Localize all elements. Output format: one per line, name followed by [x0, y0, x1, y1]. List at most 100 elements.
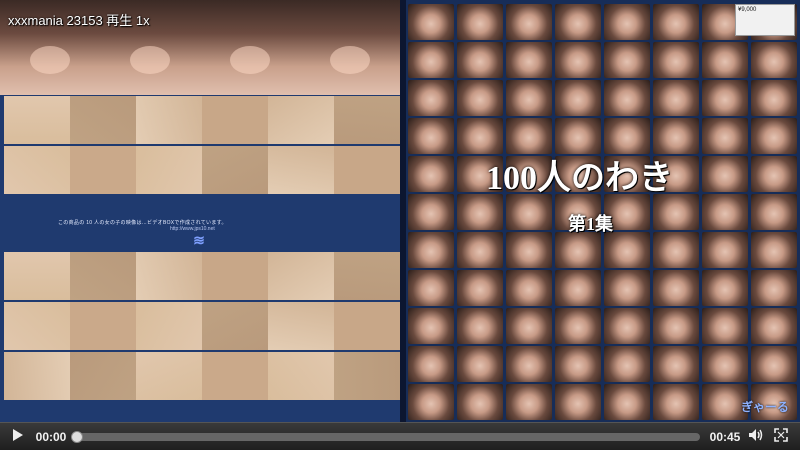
- corner-logo: ぎゃーる: [741, 400, 789, 414]
- face-thumbnail: [751, 80, 797, 116]
- face-thumbnail: [653, 42, 699, 78]
- poster-title: 100人のわき: [486, 160, 673, 197]
- face-thumbnail: [653, 232, 699, 268]
- face-thumbnail: [653, 384, 699, 420]
- face-thumbnail: [702, 194, 748, 230]
- tile-image: [268, 302, 334, 350]
- face-thumbnail: [604, 384, 650, 420]
- play-button[interactable]: [6, 423, 30, 450]
- face-thumbnail: [702, 346, 748, 382]
- poster-subtitle: 第1集: [568, 214, 613, 234]
- face-thumbnail: [702, 42, 748, 78]
- face-thumbnail: [555, 346, 601, 382]
- video-title-overlay: xxxmania 23153 再生 1x: [8, 13, 150, 28]
- tile-image: [70, 146, 136, 194]
- face-thumbnail: [702, 80, 748, 116]
- face-thumbnail: [653, 4, 699, 40]
- tile-image: [4, 302, 70, 350]
- face-thumbnail: [702, 156, 748, 192]
- face-thumbnail: [506, 4, 552, 40]
- face-thumbnail: [457, 384, 503, 420]
- portrait-image: [200, 0, 300, 95]
- face-thumbnail: [653, 308, 699, 344]
- tile-image: [136, 352, 202, 400]
- face-thumbnail: [653, 194, 699, 230]
- progress-thumb[interactable]: [71, 431, 83, 443]
- tile-image: [202, 252, 268, 300]
- face-thumbnail: [653, 346, 699, 382]
- face-thumbnail: [457, 80, 503, 116]
- face-thumbnail: [408, 42, 454, 78]
- face-thumbnail: [751, 42, 797, 78]
- face-thumbnail: [555, 232, 601, 268]
- tile-image: [4, 96, 70, 144]
- face-thumbnail: [604, 42, 650, 78]
- face-thumbnail: [555, 384, 601, 420]
- face-thumbnail: [604, 270, 650, 306]
- tile-image: [136, 146, 202, 194]
- tile-image: [268, 352, 334, 400]
- face-thumbnail: [506, 384, 552, 420]
- tile-image: [136, 252, 202, 300]
- tile-image: [70, 96, 136, 144]
- tile-image: [70, 252, 136, 300]
- face-thumbnail: [604, 232, 650, 268]
- face-thumbnail: [751, 118, 797, 154]
- face-thumbnail: [555, 4, 601, 40]
- total-time: 00:45: [709, 430, 741, 444]
- price-badge: ¥9,000: [735, 4, 795, 36]
- current-time: 00:00: [35, 430, 67, 444]
- face-thumbnail: [408, 270, 454, 306]
- tile-image: [334, 302, 400, 350]
- face-thumbnail: [555, 270, 601, 306]
- face-thumbnail: [457, 118, 503, 154]
- tile-image: [4, 352, 70, 400]
- face-thumbnail: [555, 42, 601, 78]
- progress-bar[interactable]: [71, 431, 700, 443]
- face-thumbnail: [751, 194, 797, 230]
- face-thumbnail: [506, 194, 552, 230]
- face-thumbnail: [457, 308, 503, 344]
- face-thumbnail: [653, 270, 699, 306]
- volume-button[interactable]: [745, 423, 767, 450]
- tile-image: [334, 252, 400, 300]
- tile-image: [4, 146, 70, 194]
- face-thumbnail: [702, 118, 748, 154]
- tile-image: [70, 302, 136, 350]
- face-thumbnail: [702, 308, 748, 344]
- band-logo-icon: ≋: [193, 232, 205, 248]
- face-thumbnail: [555, 80, 601, 116]
- control-bar: 00:00 00:45: [0, 422, 800, 450]
- face-thumbnail: [506, 42, 552, 78]
- portrait-image: [300, 0, 400, 95]
- play-icon: [12, 428, 24, 447]
- tile-image: [202, 146, 268, 194]
- face-thumbnail: [408, 384, 454, 420]
- face-thumbnail: [408, 4, 454, 40]
- face-thumbnail: [457, 270, 503, 306]
- face-thumbnail: [653, 118, 699, 154]
- face-thumbnail: [604, 308, 650, 344]
- volume-icon: [748, 428, 764, 447]
- tile-image: [4, 252, 70, 300]
- face-thumbnail: [457, 4, 503, 40]
- tile-image: [334, 146, 400, 194]
- tile-image: [268, 146, 334, 194]
- tile-image: [136, 302, 202, 350]
- tile-image: [268, 96, 334, 144]
- tile-image: [202, 352, 268, 400]
- video-frame[interactable]: この商品の 10 人の女の子の映像は…ビデオBOXで作成されています。 http…: [0, 0, 800, 422]
- face-thumbnail: [653, 80, 699, 116]
- face-thumbnail: [604, 80, 650, 116]
- face-thumbnail: [408, 194, 454, 230]
- face-thumbnail: [751, 270, 797, 306]
- video-player[interactable]: この商品の 10 人の女の子の映像は…ビデオBOXで作成されています。 http…: [0, 0, 800, 450]
- face-thumbnail: [506, 308, 552, 344]
- face-thumbnail: [408, 80, 454, 116]
- face-thumbnail: [408, 156, 454, 192]
- face-thumbnail: [555, 308, 601, 344]
- tile-image: [70, 352, 136, 400]
- face-thumbnail: [751, 232, 797, 268]
- fullscreen-button[interactable]: [771, 423, 791, 450]
- tile-image: [202, 96, 268, 144]
